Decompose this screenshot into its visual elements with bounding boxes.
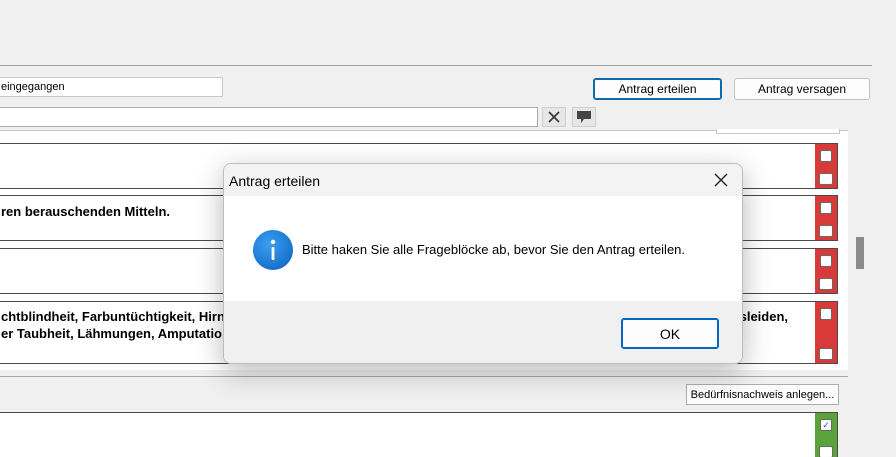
comment-button[interactable]: [572, 107, 596, 127]
dialog-message: Bitte haken Sie alle Frageblöcke ab, bev…: [302, 242, 686, 257]
dialog-title-bar: Antrag erteilen: [224, 164, 742, 196]
complete-checkbox[interactable]: [820, 150, 832, 162]
close-icon: [548, 111, 560, 123]
scrollbar-thumb[interactable]: [856, 237, 864, 269]
grant-request-button[interactable]: Antrag erteilen: [593, 78, 722, 100]
ok-button[interactable]: OK: [621, 318, 719, 349]
comment-icon: [577, 111, 591, 123]
row-text-line-1: chtblindheit, Farbuntüchtigkeit, Hirn: [1, 309, 225, 324]
status-field[interactable]: eingegangen: [0, 77, 223, 97]
dialog-footer: OK: [224, 301, 742, 363]
complete-checkbox[interactable]: [820, 202, 832, 214]
row-text-line-2: er Taubheit, Lähmungen, Amputatio: [1, 326, 222, 341]
row-text-right: lsleiden,: [736, 309, 789, 324]
status-flag: [815, 302, 837, 363]
partial-button[interactable]: [716, 129, 840, 134]
question-block-row[interactable]: ✓: [0, 412, 838, 457]
complete-checkbox-checked[interactable]: ✓: [820, 419, 832, 431]
status-flag: [815, 196, 837, 240]
dialog-body: Bitte haken Sie alle Frageblöcke ab, bev…: [224, 196, 742, 301]
dialog-close-button[interactable]: [712, 171, 730, 189]
message-dialog: Antrag erteilen Bitte haken Sie alle Fra…: [223, 163, 743, 364]
top-divider: [0, 65, 872, 66]
info-icon: [253, 230, 293, 270]
comment-bubble-icon[interactable]: [819, 348, 833, 360]
comment-bubble-icon[interactable]: [819, 173, 833, 185]
comment-bubble-icon[interactable]: [819, 278, 833, 290]
comment-input[interactable]: [0, 107, 538, 127]
comment-bubble-icon[interactable]: [819, 225, 833, 237]
status-flag: [815, 144, 837, 188]
clear-comment-button[interactable]: [542, 107, 566, 127]
close-icon: [714, 173, 728, 187]
row-text: ren berauschenden Mitteln.: [1, 204, 171, 219]
complete-checkbox[interactable]: [820, 255, 832, 267]
status-flag: [815, 249, 837, 293]
deny-request-button[interactable]: Antrag versagen: [734, 78, 870, 100]
create-beduerfnisnachweis-button[interactable]: Bedürfnisnachweis anlegen...: [686, 384, 839, 405]
status-flag: ✓: [815, 413, 837, 457]
comment-bubble-icon[interactable]: [819, 446, 833, 457]
dialog-title: Antrag erteilen: [229, 173, 321, 189]
complete-checkbox[interactable]: [820, 308, 832, 320]
top-area: [0, 0, 872, 66]
